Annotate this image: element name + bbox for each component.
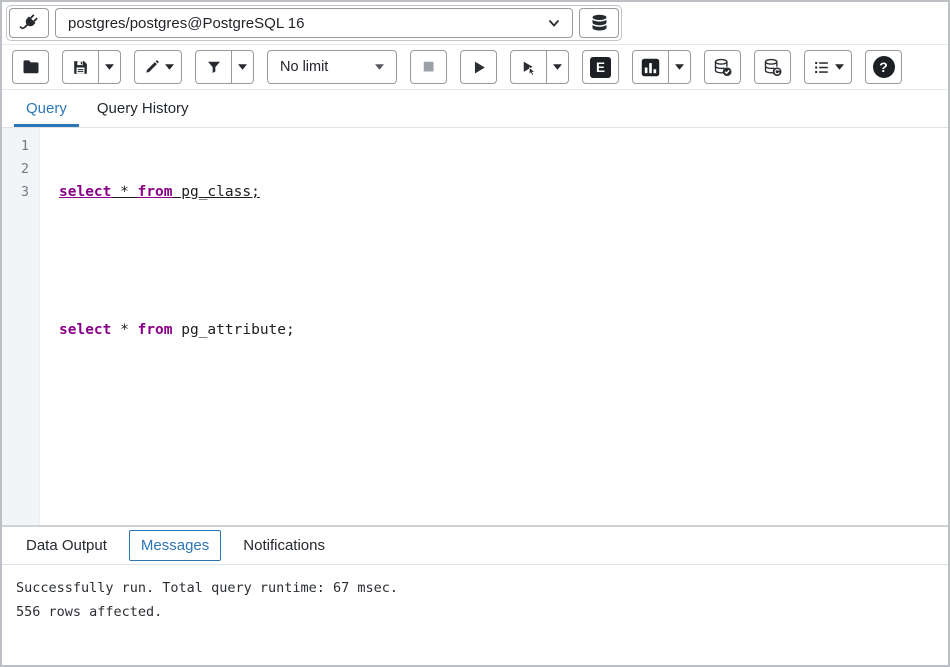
save-button[interactable] bbox=[62, 50, 99, 84]
save-options-button[interactable] bbox=[98, 50, 121, 84]
tab-query[interactable]: Query bbox=[14, 90, 79, 127]
output-tabbar: Data Output Messages Notifications bbox=[2, 527, 948, 565]
tab-data-output[interactable]: Data Output bbox=[14, 530, 119, 561]
new-connection-button[interactable] bbox=[579, 8, 619, 38]
editor-tabbar: Query Query History bbox=[2, 90, 948, 128]
query-tool-window: postgres/postgres@PostgreSQL 16 bbox=[0, 0, 950, 667]
stop-icon bbox=[420, 58, 438, 76]
filter-icon bbox=[205, 58, 223, 76]
sql-editor-area: 1 2 3 select * from pg_class; select * f… bbox=[2, 128, 948, 525]
tab-notifications[interactable]: Notifications bbox=[231, 530, 337, 561]
sql-text: * bbox=[111, 184, 137, 200]
open-file-button[interactable] bbox=[12, 50, 49, 84]
explain-analyze-group bbox=[632, 50, 691, 84]
row-limit-select[interactable]: No limit bbox=[267, 50, 397, 84]
play-icon bbox=[469, 58, 488, 77]
explain-analyze-button[interactable] bbox=[632, 50, 669, 84]
explain-options-button[interactable] bbox=[668, 50, 691, 84]
filter-options-button[interactable] bbox=[231, 50, 254, 84]
help-icon: ? bbox=[873, 56, 895, 78]
caret-down-icon bbox=[675, 64, 684, 70]
connection-selector-value: postgres/postgres@PostgreSQL 16 bbox=[68, 15, 304, 32]
sql-keyword: select bbox=[59, 184, 111, 200]
save-icon bbox=[71, 58, 90, 77]
sql-keyword: select bbox=[59, 322, 111, 338]
code-line-1: select * from pg_class; bbox=[59, 181, 948, 204]
connection-bar: postgres/postgres@PostgreSQL 16 bbox=[2, 2, 948, 45]
line-number: 3 bbox=[2, 181, 29, 204]
macros-button[interactable] bbox=[804, 50, 852, 84]
explain-icon: E bbox=[590, 57, 611, 78]
code-line-2 bbox=[59, 250, 948, 273]
line-number: 1 bbox=[2, 135, 29, 158]
execute-button[interactable] bbox=[460, 50, 497, 84]
row-limit-value: No limit bbox=[280, 59, 328, 75]
execute-options-group bbox=[510, 50, 569, 84]
sql-text: * bbox=[111, 322, 137, 338]
caret-down-icon bbox=[375, 64, 384, 70]
cancel-query-button[interactable] bbox=[410, 50, 447, 84]
chevron-down-icon bbox=[548, 19, 560, 27]
folder-icon bbox=[21, 57, 41, 77]
sql-text: pg_class; bbox=[173, 184, 260, 200]
sql-code-input[interactable]: select * from pg_class; select * from pg… bbox=[40, 128, 948, 525]
edit-menu-button[interactable] bbox=[134, 50, 182, 84]
sql-keyword: from bbox=[138, 184, 173, 200]
caret-down-icon bbox=[165, 64, 174, 70]
messages-panel: Successfully run. Total query runtime: 6… bbox=[2, 565, 948, 665]
line-number-gutter: 1 2 3 bbox=[2, 128, 40, 525]
bar-chart-icon bbox=[640, 57, 661, 78]
sql-text: pg_attribute; bbox=[173, 322, 295, 338]
explain-button[interactable]: E bbox=[582, 50, 619, 84]
plug-icon bbox=[18, 12, 40, 34]
help-button[interactable]: ? bbox=[865, 50, 902, 84]
caret-down-icon bbox=[835, 64, 844, 70]
code-line-3: select * from pg_attribute; bbox=[59, 319, 948, 342]
pencil-icon bbox=[143, 58, 161, 76]
execute-options-button[interactable] bbox=[546, 50, 569, 84]
caret-down-icon bbox=[553, 64, 562, 70]
caret-down-icon bbox=[105, 64, 114, 70]
play-cursor-icon bbox=[519, 58, 538, 77]
tab-query-history[interactable]: Query History bbox=[85, 90, 201, 127]
execute-script-button[interactable] bbox=[510, 50, 547, 84]
rollback-button[interactable] bbox=[754, 50, 791, 84]
query-toolbar: No limit bbox=[2, 45, 948, 90]
save-button-group bbox=[62, 50, 121, 84]
message-rows-affected: 556 rows affected. bbox=[16, 600, 934, 624]
tab-messages[interactable]: Messages bbox=[129, 530, 221, 561]
connection-selector[interactable]: postgres/postgres@PostgreSQL 16 bbox=[55, 8, 573, 38]
connection-group: postgres/postgres@PostgreSQL 16 bbox=[6, 5, 622, 41]
connection-status-button[interactable] bbox=[9, 8, 49, 38]
filter-button[interactable] bbox=[195, 50, 232, 84]
list-icon bbox=[812, 58, 831, 77]
message-runtime: Successfully run. Total query runtime: 6… bbox=[16, 576, 934, 600]
commit-button[interactable] bbox=[704, 50, 741, 84]
line-number: 2 bbox=[2, 158, 29, 181]
rollback-icon bbox=[762, 57, 783, 78]
sql-keyword: from bbox=[138, 322, 173, 338]
filter-button-group bbox=[195, 50, 254, 84]
database-icon bbox=[589, 13, 610, 34]
caret-down-icon bbox=[238, 64, 247, 70]
commit-icon bbox=[712, 57, 733, 78]
